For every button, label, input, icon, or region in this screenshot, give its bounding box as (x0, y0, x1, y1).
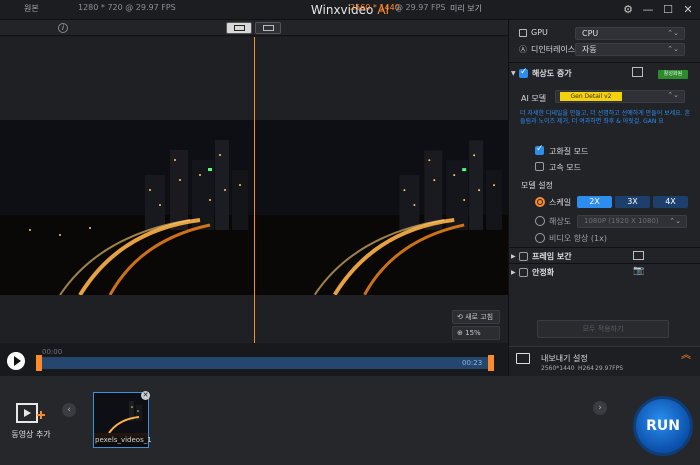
ai-model-value: Gen Detail v2 (560, 92, 622, 101)
video-enhance-radio[interactable] (535, 233, 545, 243)
compare-divider[interactable] (254, 37, 255, 343)
start-time: 00:00 (42, 348, 63, 356)
zoom-label: 15% (465, 329, 481, 337)
scroll-left-icon[interactable]: ‹ (62, 403, 76, 417)
preview-header (0, 20, 508, 36)
output-resolution: 2560 * 1440 (350, 3, 400, 12)
refresh-icon: ⟲ (457, 313, 463, 321)
remove-video-icon[interactable]: ✕ (141, 391, 150, 400)
scale-label: 스케일 (549, 198, 572, 207)
gpu-icon (519, 29, 527, 37)
original-info: 1280 * 720 @ 29.97 FPS (78, 3, 176, 12)
chevron-icon: ⌃⌄ (669, 217, 681, 225)
expand-up-icon[interactable]: ︽ (681, 351, 691, 361)
expand-arrow-icon[interactable]: ▶ (511, 269, 516, 276)
fast-mode-label: 고속 모드 (549, 163, 581, 172)
enabled-badge: 활성화됨 (658, 70, 688, 79)
run-button[interactable]: RUN (633, 396, 693, 456)
expand-arrow-icon[interactable]: ▶ (511, 253, 516, 260)
export-res: 2560*1440 (541, 365, 575, 372)
deinterlace-label: 디인터레이스 (531, 45, 576, 54)
trim-end-handle[interactable] (488, 355, 494, 371)
add-video-label[interactable]: 동영상 추가 (6, 429, 56, 440)
scale-radio[interactable] (535, 197, 545, 207)
preview-area (0, 37, 508, 343)
separator (509, 247, 700, 248)
frames-icon[interactable] (633, 251, 644, 260)
split-view-button[interactable] (226, 22, 252, 34)
gpu-label: GPU (531, 28, 548, 37)
separator (509, 62, 700, 63)
frame-interp-checkbox[interactable] (519, 252, 528, 261)
video-enhance-label: 비디오 향상 (1x) (549, 234, 607, 243)
resolution-section-title: 해상도 증가 (532, 69, 572, 78)
resolution-select[interactable]: 1080P (1920 X 1080) ⌃⌄ (577, 215, 687, 228)
high-quality-label: 고화질 모드 (549, 147, 589, 156)
export-icon (516, 353, 530, 364)
preview-frame (255, 120, 508, 295)
zoom-icon: ⊕ (457, 329, 463, 337)
stabilize-checkbox[interactable] (519, 268, 528, 277)
preview-label: 미리 보기 (450, 4, 482, 13)
high-quality-checkbox[interactable] (535, 144, 544, 155)
play-button[interactable] (7, 352, 25, 370)
chevron-icon: ⌃⌄ (667, 91, 679, 99)
minimize-icon[interactable]: — (640, 2, 656, 18)
stabilize-title: 안정화 (532, 268, 555, 277)
deinterlace-select-value: 자동 (582, 45, 597, 54)
scroll-right-icon[interactable]: › (593, 401, 607, 415)
info-icon[interactable]: i (58, 23, 68, 33)
frame-interp-title: 프레임 보간 (532, 252, 572, 261)
deinterlace-select[interactable]: 자동 ⌃⌄ (575, 43, 685, 56)
model-description: 더 자세한 디테일을 만들고, 더 선명하고 선예하게 만들어 보세요. 흔들림… (520, 110, 691, 125)
resolution-radio[interactable] (535, 216, 545, 226)
zoom-button[interactable]: ⊕ 15% (452, 326, 500, 340)
apply-all-button[interactable]: 모두 적용하기 (537, 320, 669, 338)
side-by-side-button[interactable] (255, 22, 281, 34)
maximize-icon[interactable]: ☐ (660, 2, 676, 18)
export-codec: H264 (578, 365, 594, 372)
end-time: 00:23 (462, 359, 483, 367)
thumbnail-label: pexels_videos_1 (95, 436, 152, 444)
refresh-label: 새로 고침 (465, 313, 494, 321)
model-settings-label: 모델 설정 (521, 181, 553, 190)
resolution-checkbox[interactable] (519, 67, 528, 78)
city-night-image (255, 120, 508, 295)
trim-start-handle[interactable] (36, 355, 42, 371)
scale-3x-button[interactable]: 3X (615, 196, 650, 208)
resolution-select-value: 1080P (1920 X 1080) (584, 217, 659, 225)
resolution-label: 해상도 (549, 217, 572, 226)
chevron-icon: ⌃⌄ (667, 29, 679, 37)
settings-icon[interactable]: ⚙ (620, 2, 636, 18)
export-title: 내보내기 설정 (541, 354, 588, 363)
original-frame (0, 120, 254, 295)
scale-4x-button[interactable]: 4X (653, 196, 688, 208)
close-icon[interactable]: ✕ (680, 2, 696, 18)
separator (509, 263, 700, 264)
export-fps: 29.97FPS (595, 365, 624, 372)
original-label: 원본 (24, 4, 39, 13)
expand-arrow-icon[interactable]: ▼ (511, 70, 516, 77)
gpu-select[interactable]: CPU ⌃⌄ (575, 27, 685, 40)
thumbnail-image (94, 393, 148, 434)
city-night-image (0, 120, 254, 295)
output-fps: @ 29.97 FPS (395, 3, 446, 12)
chevron-icon: ⌃⌄ (667, 45, 679, 53)
resize-icon[interactable] (632, 67, 643, 77)
fast-mode-checkbox[interactable] (535, 162, 544, 171)
ai-model-label: AI 모델 (521, 94, 547, 103)
scale-2x-button[interactable]: 2X (577, 196, 612, 208)
camera-icon[interactable]: 📷 (633, 266, 644, 276)
gpu-select-value: CPU (582, 29, 599, 38)
deinterlace-icon: Ⓐ (519, 45, 527, 54)
refresh-button[interactable]: ⟲ 새로 고침 (452, 310, 500, 324)
add-video-icon[interactable] (16, 402, 46, 426)
timeline-track[interactable] (38, 357, 494, 369)
